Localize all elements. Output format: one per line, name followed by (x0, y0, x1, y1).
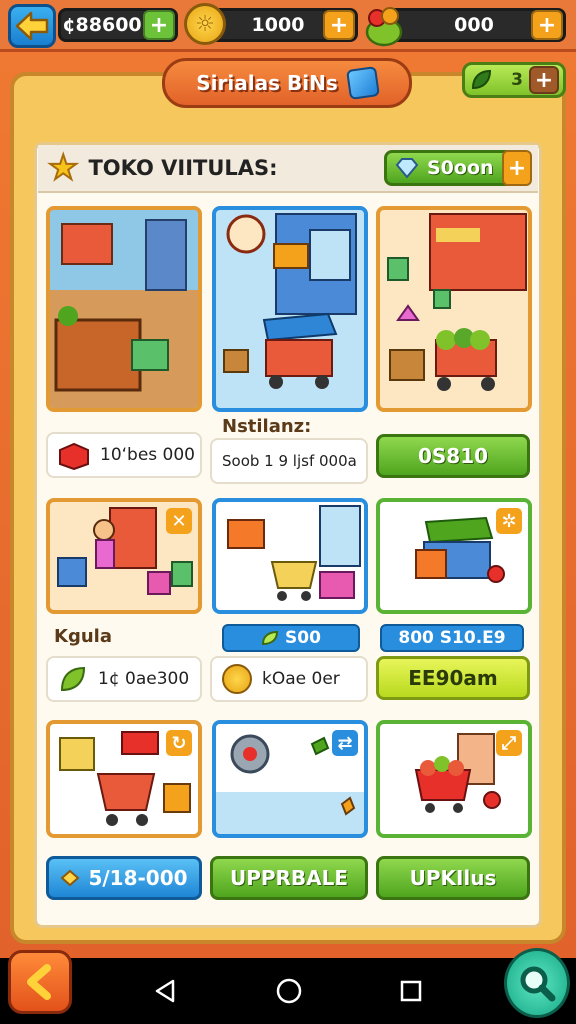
diamond-icon (395, 158, 419, 179)
shop-header-plus[interactable]: + (502, 150, 532, 186)
price-tag-3-value: 1¢ 0ae300 (98, 669, 190, 689)
buy-button-2-label: EE90am (408, 666, 498, 690)
blue-cube-icon (345, 66, 380, 100)
price-tag-1: 10‘bes 000 (46, 432, 202, 478)
section1-caption: Nstilanz: (222, 416, 312, 437)
price-tag-2: Soob 1 9 ljsf 000a (210, 438, 368, 484)
shop-header-button-label: S0oon (427, 157, 494, 179)
coin-icon: ☼ (184, 3, 226, 45)
add-coins-button[interactable]: + (323, 10, 355, 40)
buy-button-3[interactable]: 5/18-000 (46, 856, 202, 900)
upkeep-button[interactable]: UPKIlus (376, 856, 530, 900)
shop-item-stall[interactable]: ✲ (376, 498, 532, 614)
expand-icon[interactable]: ⤢ (496, 730, 522, 756)
resource-gems-value: 000 (454, 14, 494, 36)
buy-button-1[interactable]: 0S810 (376, 434, 530, 478)
shop-item-carts[interactable]: ↻ (46, 720, 202, 838)
exit-button[interactable] (8, 950, 72, 1014)
shop-item-basket[interactable] (212, 498, 368, 614)
shop-item-store-front[interactable] (376, 206, 532, 412)
gold-gem-icon (60, 869, 80, 887)
status-chip-mid: S00 (222, 624, 360, 652)
status-chip-mid-value: S00 (285, 628, 321, 648)
shop-item-produce[interactable]: ⤢ (376, 720, 532, 838)
status-chip-right-value: 800 S10.E9 (398, 628, 506, 648)
price-tag-2-value: Soob 1 9 ljsf 000a (222, 452, 357, 470)
arrow-left-icon (15, 11, 49, 41)
refresh-icon[interactable]: ↻ (166, 730, 192, 756)
search-icon (520, 966, 556, 1002)
resource-coins: 1000 + (204, 8, 358, 42)
star-icon: ★ (47, 148, 80, 188)
search-button[interactable] (504, 948, 570, 1018)
store-front-illustration (387, 213, 527, 391)
shop-item-shopkeeper[interactable]: ✕ (46, 498, 202, 614)
add-gems-button[interactable]: + (531, 10, 563, 40)
buy-button-1-label: 0S810 (417, 444, 489, 468)
basket-illustration (227, 505, 361, 601)
gold-coin-icon (222, 664, 252, 694)
store-interior-illustration (50, 210, 198, 408)
swap-icon[interactable]: ⇄ (332, 730, 358, 756)
nav-home-icon[interactable] (275, 977, 303, 1005)
status-chip-right: 800 S10.E9 (380, 624, 524, 652)
shop-item-store-interior[interactable] (46, 206, 202, 412)
leaf-badge-icon (262, 630, 279, 646)
gear-icon[interactable]: ✲ (496, 508, 522, 534)
system-nav-bar (0, 958, 576, 1024)
section2-caption: Kgula (54, 626, 112, 647)
fruit-bowl-icon (364, 2, 404, 48)
leaf-icon (471, 69, 492, 90)
resource-money-value: ¢88600 (62, 14, 142, 36)
price-tag-4-value: kOae 0er (262, 669, 340, 689)
screen-title: Sirialas BiNs (196, 71, 338, 95)
price-tag-4: kOae 0er (210, 656, 368, 702)
top-resource-bar: ¢88600 + 1000 + ☼ 000 + (0, 0, 576, 52)
add-money-button[interactable]: + (143, 10, 175, 40)
shop-item-food-cart[interactable] (212, 206, 368, 412)
upkeep-button-label: UPKIlus (409, 866, 497, 890)
red-box-icon (59, 442, 89, 470)
upgrade-button-label: UPPRBALE (229, 866, 349, 890)
title-ribbon: Sirialas BiNs (162, 58, 412, 108)
shop-item-upgrade-gear[interactable]: ⇄ (212, 720, 368, 838)
food-cart-illustration (223, 213, 357, 389)
green-gem-icon (60, 666, 86, 692)
price-tag-1-value: 10‘bes 000 (100, 445, 195, 465)
side-wallet-value: 3 (511, 70, 523, 90)
game-screen: ¢88600 + 1000 + ☼ 000 + Sirialas BiNs 3 … (0, 0, 576, 1024)
nav-recents-icon[interactable] (399, 979, 423, 1003)
buy-button-3-label: 5/18-000 (88, 866, 188, 890)
shop-title: TOKO VIITULAS: (88, 156, 278, 180)
price-tag-3: 1¢ 0ae300 (46, 656, 202, 702)
back-button[interactable] (8, 4, 56, 48)
resource-gems: 000 + (384, 8, 566, 42)
nav-back-icon[interactable] (153, 978, 179, 1004)
chevron-left-icon (27, 964, 51, 1000)
resource-money: ¢88600 + (58, 8, 178, 42)
close-icon[interactable]: ✕ (166, 508, 192, 534)
upgrade-button[interactable]: UPPRBALE (210, 856, 368, 900)
shop-header-button[interactable]: S0oon + (384, 150, 532, 186)
side-wallet[interactable]: 3 + (462, 62, 566, 98)
buy-button-2[interactable]: EE90am (376, 656, 530, 700)
side-wallet-plus[interactable]: + (529, 66, 559, 94)
